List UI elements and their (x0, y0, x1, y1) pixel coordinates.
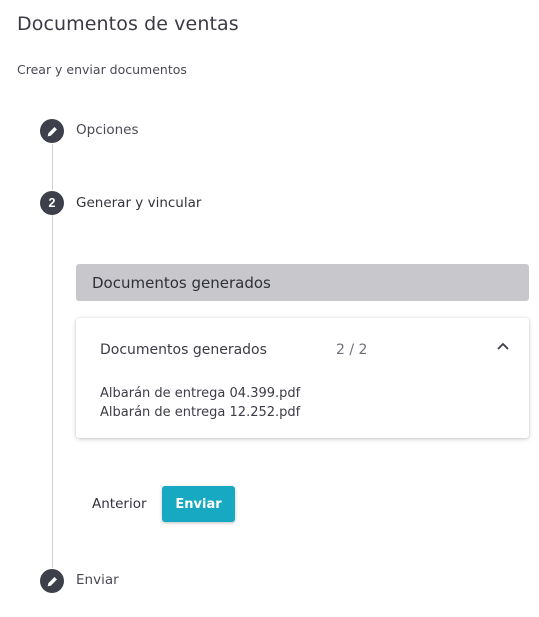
previous-button[interactable]: Anterior (84, 487, 155, 521)
stepper-connector (52, 144, 53, 190)
step-label-send[interactable]: Enviar (76, 572, 119, 588)
pencil-icon (47, 126, 57, 136)
page-subtitle: Crear y enviar documentos (17, 62, 187, 77)
step-2-number-badge: 2 (40, 191, 64, 215)
send-button[interactable]: Enviar (162, 486, 235, 522)
chevron-up-icon[interactable] (495, 338, 511, 354)
section-header: Documentos generados (76, 264, 529, 301)
step-1-pencil-icon[interactable] (40, 119, 64, 143)
stepper-connector (52, 215, 53, 568)
step-3-pencil-icon[interactable] (40, 569, 64, 593)
file-item: Albarán de entrega 12.252.pdf (100, 405, 301, 420)
section-header-title: Documentos generados (92, 273, 271, 292)
card-title: Documentos generados (100, 342, 267, 358)
file-list: Albarán de entrega 04.399.pdf Albarán de… (100, 384, 300, 422)
generated-documents-card: Documentos generados 2 / 2 Albarán de en… (76, 318, 529, 438)
step-number: 2 (48, 196, 56, 210)
pencil-icon (47, 576, 57, 586)
step-label-options[interactable]: Opciones (76, 122, 139, 138)
page-title: Documentos de ventas (17, 13, 239, 35)
step-label-generate-link: Generar y vincular (76, 195, 202, 211)
file-item: Albarán de entrega 04.399.pdf (100, 386, 301, 401)
document-count: 2 / 2 (336, 342, 368, 358)
